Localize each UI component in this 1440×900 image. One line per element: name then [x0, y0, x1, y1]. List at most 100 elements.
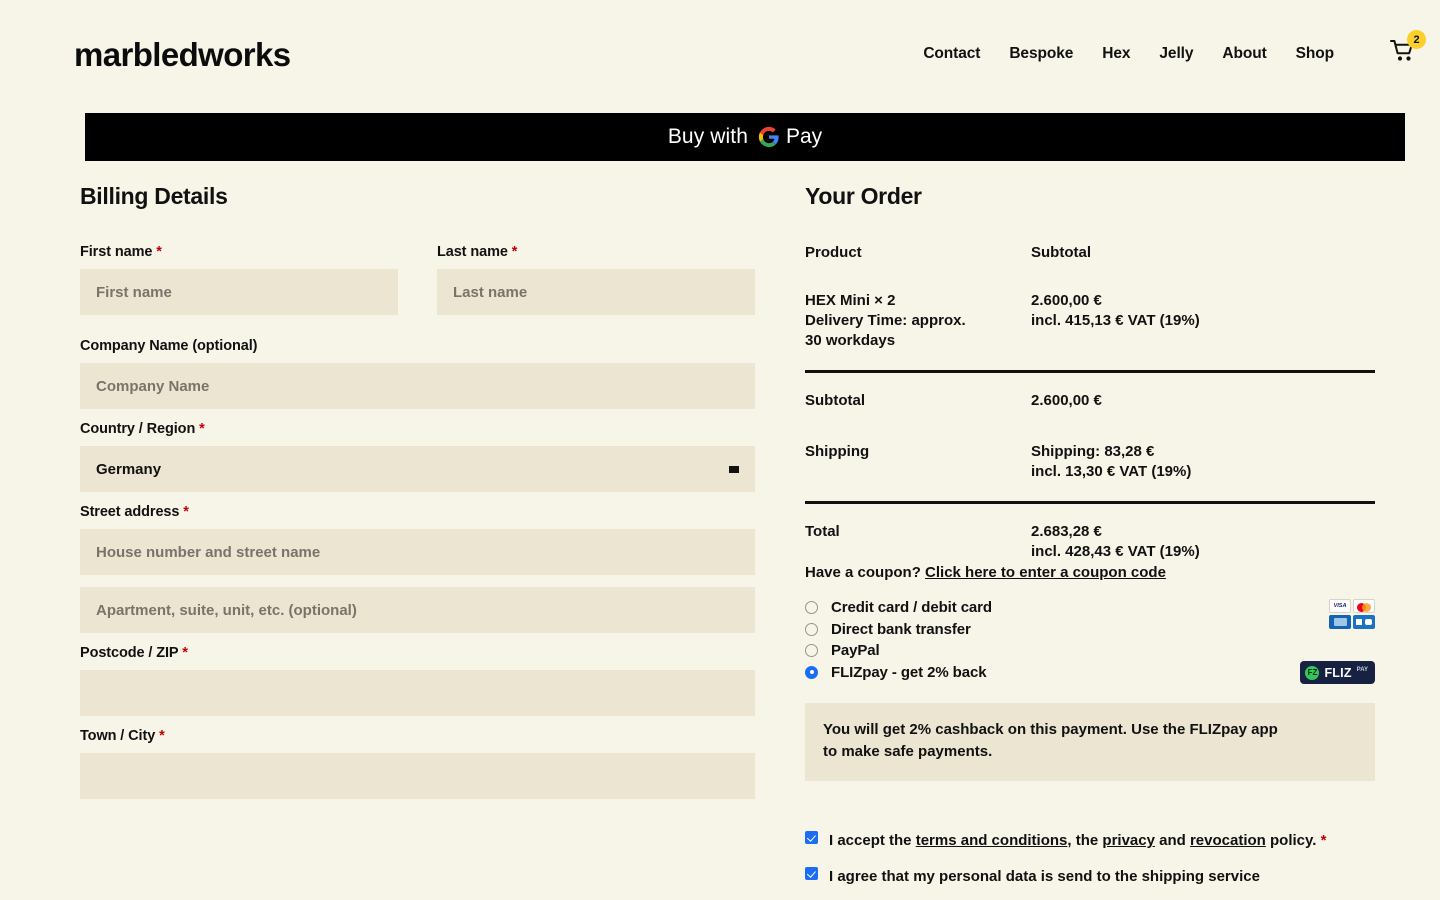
terms-and: and: [1154, 832, 1190, 849]
first-name-label: First name *: [80, 244, 398, 260]
radio-icon[interactable]: [805, 622, 818, 636]
first-name-field-group: First name *: [80, 244, 398, 315]
name-fields-row: First name * Last name *: [80, 244, 755, 327]
country-field-group: Country / Region * Germany: [80, 421, 755, 492]
shipping-consent-text: I agree that my personal data is send to…: [829, 868, 1260, 885]
cashback-notice-line-2: to make safe payments.: [823, 743, 993, 760]
country-select[interactable]: Germany: [80, 446, 755, 492]
required-asterisk: *: [1320, 832, 1327, 849]
revocation-link[interactable]: revocation: [1190, 832, 1266, 849]
gpay-wordmark: Pay: [785, 125, 823, 148]
last-name-field-group: Last name *: [437, 244, 755, 315]
first-name-label-text: First name: [80, 244, 153, 260]
order-total-row: Total 2.683,28 € incl. 428,43 € VAT (19%…: [805, 522, 1375, 562]
last-name-input[interactable]: [437, 269, 755, 315]
line-item-vat: incl. 415,13 € VAT (19%): [1031, 312, 1200, 329]
street-address-label-text: Street address: [80, 504, 180, 520]
street-address-line2-input[interactable]: [80, 587, 755, 633]
flizpay-wordmark-sub: PAY: [1356, 667, 1368, 673]
city-input[interactable]: [80, 753, 755, 799]
subtotal-value: 2.600,00 €: [1031, 392, 1102, 409]
required-asterisk: *: [183, 504, 189, 520]
payment-option-label: PayPal: [831, 642, 880, 660]
required-asterisk: *: [199, 421, 205, 437]
payment-option-paypal[interactable]: PayPal: [805, 640, 1375, 662]
radio-icon-selected[interactable]: [805, 665, 818, 679]
mastercard-icon: [1353, 599, 1375, 613]
order-shipping-row: Shipping Shipping: 83,28 € incl. 13,30 €…: [805, 442, 1375, 482]
country-label: Country / Region *: [80, 421, 755, 437]
country-selected-value: Germany: [96, 460, 162, 478]
required-asterisk: *: [159, 728, 165, 744]
nav-item-bespoke[interactable]: Bespoke: [1009, 45, 1073, 63]
payment-option-credit-card[interactable]: Credit card / debit card: [805, 597, 1375, 619]
postcode-input[interactable]: [80, 670, 755, 716]
payment-option-label: Direct bank transfer: [831, 620, 971, 638]
order-line-item: HEX Mini × 2 Delivery Time: approx. 30 w…: [805, 291, 1375, 351]
street-address-line1-input[interactable]: [80, 529, 755, 575]
shipping-consent-checkbox[interactable]: [805, 867, 818, 880]
total-vat: incl. 428,43 € VAT (19%): [1031, 543, 1200, 560]
postcode-label-text: Postcode / ZIP: [80, 645, 179, 661]
company-label: Company Name (optional): [80, 338, 258, 354]
city-field-group: Town / City *: [80, 728, 755, 799]
payment-option-label: Credit card / debit card: [831, 599, 992, 617]
radio-icon[interactable]: [805, 644, 818, 658]
chevron-down-icon: [729, 465, 739, 473]
payment-option-bank-transfer[interactable]: Direct bank transfer: [805, 619, 1375, 641]
terms-checkbox[interactable]: [805, 831, 818, 844]
radio-icon[interactable]: [805, 601, 818, 615]
nav-item-about[interactable]: About: [1222, 45, 1266, 63]
city-label: Town / City *: [80, 728, 755, 744]
nav-item-hex[interactable]: Hex: [1102, 45, 1130, 63]
flizpay-wordmark: FLIZ: [1324, 665, 1352, 680]
nav-item-contact[interactable]: Contact: [923, 45, 980, 63]
shipping-consent-row: I agree that my personal data is send to…: [805, 863, 1375, 890]
order-table-header: Product Subtotal: [805, 244, 1375, 291]
privacy-link[interactable]: privacy: [1102, 832, 1155, 849]
terms-prefix: I accept the: [829, 832, 916, 849]
total-value: 2.683,28 €: [1031, 523, 1102, 540]
visa-icon: VISA: [1329, 599, 1351, 613]
cashback-notice-line-1: You will get 2% cashback on this payment…: [823, 721, 1278, 738]
last-name-label-text: Last name: [437, 244, 508, 260]
main-navigation: Contact Bespoke Hex Jelly About Shop 2: [923, 30, 1426, 69]
order-subtotal-row: Subtotal 2.600,00 €: [805, 391, 1375, 411]
shipping-value: Shipping: 83,28 €: [1031, 443, 1155, 460]
street-address-label: Street address *: [80, 504, 755, 520]
line-item-delivery-1: Delivery Time: approx.: [805, 312, 966, 329]
your-order-section: Your Order Product Subtotal HEX Mini × 2…: [755, 183, 1375, 890]
terms-acceptance-row: I accept the terms and conditions, the p…: [805, 827, 1375, 854]
company-field-group: Company Name (optional): [80, 338, 755, 409]
line-item-name: HEX Mini × 2: [805, 292, 896, 309]
subtotal-label: Subtotal: [805, 392, 865, 409]
payment-option-flizpay[interactable]: FLIZpay - get 2% back: [805, 662, 1375, 684]
coupon-row: Have a coupon? Click here to enter a cou…: [805, 564, 1375, 581]
required-asterisk: *: [182, 645, 188, 661]
required-asterisk: *: [156, 244, 162, 260]
order-divider-total: [805, 501, 1375, 504]
order-col-subtotal: Subtotal: [1031, 244, 1091, 261]
google-g-icon: [758, 126, 779, 148]
city-label-text: Town / City: [80, 728, 156, 744]
gpay-label: Buy with: [667, 125, 748, 148]
coupon-prompt: Have a coupon?: [805, 564, 921, 581]
cart-button[interactable]: 2: [1390, 30, 1426, 69]
nav-item-jelly[interactable]: Jelly: [1159, 45, 1193, 63]
terms-section: I accept the terms and conditions, the p…: [805, 827, 1375, 890]
coupon-link[interactable]: Click here to enter a coupon code: [925, 564, 1166, 581]
company-name-input[interactable]: [80, 363, 755, 409]
cashback-notice: You will get 2% cashback on this payment…: [805, 703, 1375, 781]
first-name-input[interactable]: [80, 269, 398, 315]
nav-item-shop[interactable]: Shop: [1296, 45, 1334, 63]
country-label-text: Country / Region: [80, 421, 196, 437]
debit-card-icon: [1353, 615, 1375, 629]
brand-logo[interactable]: marbledworks: [74, 38, 291, 71]
cart-count-badge: 2: [1407, 30, 1426, 49]
buy-with-google-pay-button[interactable]: Buy with Pay: [85, 113, 1405, 161]
last-name-label: Last name *: [437, 244, 755, 260]
total-label: Total: [805, 523, 840, 540]
shipping-label: Shipping: [805, 443, 870, 460]
line-item-delivery-2: 30 workdays: [805, 332, 896, 349]
terms-and-conditions-link[interactable]: terms and conditions: [916, 832, 1068, 849]
